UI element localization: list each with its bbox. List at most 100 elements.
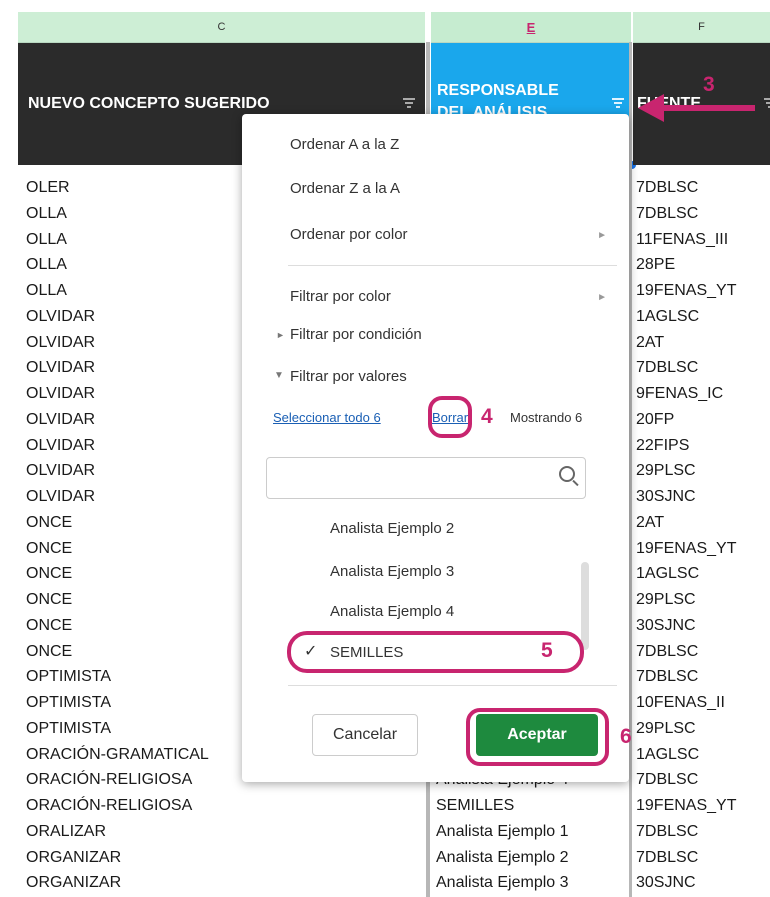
cell-concept[interactable]: OLLA bbox=[26, 278, 67, 304]
cell-concept[interactable]: ONCE bbox=[26, 587, 72, 613]
filter-icon[interactable] bbox=[403, 98, 415, 108]
cell-fuente[interactable]: 19FENAS_YT bbox=[636, 536, 736, 562]
menu-divider bbox=[288, 685, 617, 686]
cell-concept[interactable]: OLVIDAR bbox=[26, 381, 95, 407]
cell-concept[interactable]: OPTIMISTA bbox=[26, 690, 111, 716]
collapse-arrow-icon: ▼ bbox=[274, 370, 284, 381]
options-scrollbar[interactable] bbox=[581, 562, 589, 650]
annotation-arrow bbox=[660, 105, 755, 111]
menu-sort-za[interactable]: Ordenar Z a la A bbox=[290, 180, 400, 197]
cell-fuente[interactable]: 1AGLSC bbox=[636, 561, 699, 587]
cell-fuente[interactable]: 7DBLSC bbox=[636, 664, 698, 690]
cell-fuente[interactable]: 7DBLSC bbox=[636, 819, 698, 845]
annotation-number-6: 6 bbox=[620, 725, 632, 748]
cell-fuente[interactable]: 30SJNC bbox=[636, 870, 696, 896]
column-divider[interactable] bbox=[629, 42, 632, 897]
cell-concept[interactable]: ORACIÓN-GRAMATICAL bbox=[26, 742, 209, 768]
cell-concept[interactable]: ORACIÓN-RELIGIOSA bbox=[26, 767, 192, 793]
cell-fuente[interactable]: 11FENAS_III bbox=[636, 227, 728, 253]
cell-concept[interactable]: OLVIDAR bbox=[26, 304, 95, 330]
menu-filter-color[interactable]: Filtrar por color bbox=[290, 288, 391, 305]
cell-fuente[interactable]: 22FIPS bbox=[636, 433, 689, 459]
cell-fuente[interactable]: 7DBLSC bbox=[636, 845, 698, 871]
cell-fuente[interactable]: 1AGLSC bbox=[636, 304, 699, 330]
annotation-ring-accept bbox=[466, 708, 609, 766]
cell-concept[interactable]: ORACIÓN-RELIGIOSA bbox=[26, 793, 192, 819]
cell-fuente[interactable]: 7DBLSC bbox=[636, 639, 698, 665]
values-search-input[interactable] bbox=[266, 457, 586, 499]
cell-fuente[interactable]: 20FP bbox=[636, 407, 674, 433]
cell-fuente[interactable]: 2AT bbox=[636, 510, 664, 536]
cell-responsable[interactable]: Analista Ejemplo 1 bbox=[436, 819, 569, 845]
menu-sort-az[interactable]: Ordenar A a la Z bbox=[290, 136, 399, 153]
header-c-label: NUEVO CONCEPTO SUGERIDO bbox=[28, 95, 270, 112]
filter-icon-active[interactable] bbox=[612, 98, 624, 108]
cell-concept[interactable]: OLVIDAR bbox=[26, 458, 95, 484]
column-header-c[interactable]: C bbox=[18, 12, 425, 43]
cell-fuente[interactable]: 2AT bbox=[636, 330, 664, 356]
cell-concept[interactable]: ORALIZAR bbox=[26, 819, 106, 845]
cell-concept[interactable]: OLVIDAR bbox=[26, 407, 95, 433]
cancel-button[interactable]: Cancelar bbox=[312, 714, 418, 756]
annotation-number-3: 3 bbox=[703, 73, 715, 96]
cell-fuente[interactable]: 19FENAS_YT bbox=[636, 793, 736, 819]
cell-fuente[interactable]: 10FENAS_II bbox=[636, 690, 725, 716]
cell-fuente[interactable]: 30SJNC bbox=[636, 484, 696, 510]
cell-concept[interactable]: OPTIMISTA bbox=[26, 716, 111, 742]
annotation-arrowhead-icon bbox=[638, 94, 664, 122]
annotation-number-5: 5 bbox=[541, 639, 553, 662]
cell-concept[interactable]: OLVIDAR bbox=[26, 433, 95, 459]
submenu-arrow-icon: ► bbox=[597, 292, 607, 303]
cell-fuente[interactable]: 30SJNC bbox=[636, 613, 696, 639]
cell-fuente[interactable]: 7DBLSC bbox=[636, 355, 698, 381]
column-header-f[interactable]: F bbox=[633, 12, 770, 43]
cell-fuente[interactable]: 19FENAS_YT bbox=[636, 278, 736, 304]
cell-concept[interactable]: OLVIDAR bbox=[26, 330, 95, 356]
cell-fuente[interactable]: 9FENAS_IC bbox=[636, 381, 723, 407]
cell-concept[interactable]: OLVIDAR bbox=[26, 484, 95, 510]
cell-concept[interactable]: OLLA bbox=[26, 252, 67, 278]
cell-fuente[interactable]: 28PE bbox=[636, 252, 675, 278]
cell-concept[interactable]: ONCE bbox=[26, 639, 72, 665]
cell-fuente[interactable]: 29PLSC bbox=[636, 587, 696, 613]
cell-fuente[interactable]: 7DBLSC bbox=[636, 767, 698, 793]
cell-fuente[interactable]: 29PLSC bbox=[636, 458, 696, 484]
cell-fuente[interactable]: 7DBLSC bbox=[636, 175, 698, 201]
annotation-ring-semilles bbox=[287, 631, 584, 673]
cell-concept[interactable]: ORGANIZAR bbox=[26, 845, 121, 871]
header-e-line1: RESPONSABLE bbox=[437, 82, 559, 99]
menu-divider bbox=[288, 265, 617, 266]
cell-concept[interactable]: OLLA bbox=[26, 201, 67, 227]
cell-concept[interactable]: ONCE bbox=[26, 613, 72, 639]
submenu-arrow-icon: ► bbox=[597, 230, 607, 241]
cell-concept[interactable]: OLLA bbox=[26, 227, 67, 253]
cell-concept[interactable]: ORGANIZAR bbox=[26, 870, 121, 896]
annotation-ring-clear bbox=[428, 396, 472, 438]
cell-concept[interactable]: OPTIMISTA bbox=[26, 664, 111, 690]
cell-responsable[interactable]: Analista Ejemplo 2 bbox=[436, 845, 569, 871]
menu-filter-condition[interactable]: Filtrar por condición bbox=[290, 326, 422, 343]
cell-fuente[interactable]: 7DBLSC bbox=[636, 201, 698, 227]
cell-concept[interactable]: ONCE bbox=[26, 536, 72, 562]
value-option[interactable]: Analista Ejemplo 4 bbox=[330, 603, 454, 620]
cell-responsable[interactable]: Analista Ejemplo 3 bbox=[436, 870, 569, 896]
filter-icon[interactable] bbox=[764, 98, 770, 108]
cell-concept[interactable]: ONCE bbox=[26, 561, 72, 587]
value-option[interactable]: Analista Ejemplo 3 bbox=[330, 563, 454, 580]
cell-concept[interactable]: OLVIDAR bbox=[26, 355, 95, 381]
search-icon-handle bbox=[572, 479, 579, 487]
cell-concept[interactable]: ONCE bbox=[26, 510, 72, 536]
cell-responsable[interactable]: SEMILLES bbox=[436, 793, 514, 819]
expand-arrow-icon: ► bbox=[276, 330, 285, 340]
cell-fuente[interactable]: 1AGLSC bbox=[636, 742, 699, 768]
cell-concept[interactable]: OLER bbox=[26, 175, 70, 201]
showing-count: Mostrando 6 bbox=[510, 410, 583, 425]
menu-sort-color[interactable]: Ordenar por color bbox=[290, 226, 408, 243]
menu-filter-values[interactable]: Filtrar por valores bbox=[290, 368, 407, 385]
annotation-number-4: 4 bbox=[481, 405, 493, 428]
filter-menu: Ordenar A a la Z Ordenar Z a la A Ordena… bbox=[242, 114, 629, 782]
column-header-e[interactable]: E bbox=[431, 12, 631, 43]
value-option[interactable]: Analista Ejemplo 2 bbox=[330, 520, 454, 537]
cell-fuente[interactable]: 29PLSC bbox=[636, 716, 696, 742]
select-all-link[interactable]: Seleccionar todo 6 bbox=[273, 410, 381, 425]
